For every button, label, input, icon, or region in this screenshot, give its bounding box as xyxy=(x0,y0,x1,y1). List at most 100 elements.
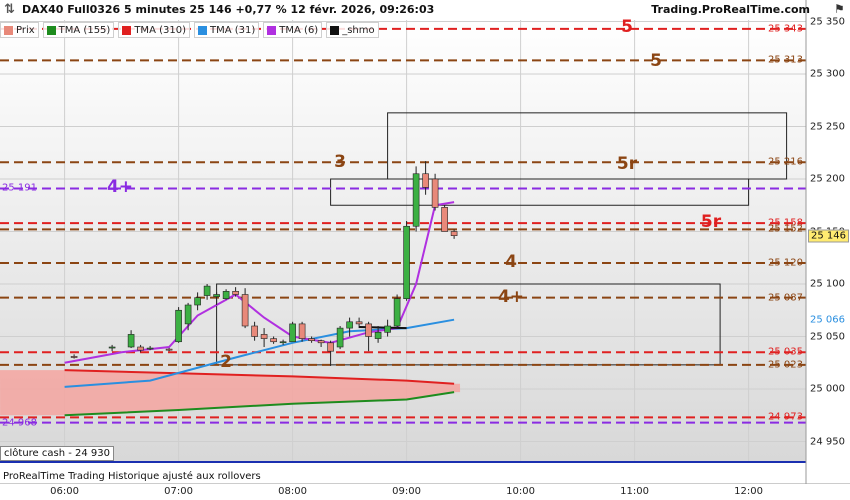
y-tick-label: 25 000 xyxy=(810,383,845,395)
legend-item[interactable]: TMA (31) xyxy=(193,22,260,38)
level-label: 25 313 xyxy=(768,54,803,66)
y-tick-label: 25 250 xyxy=(810,121,845,132)
x-tick-label: 11:00 xyxy=(620,486,650,497)
legend-item[interactable]: Prix xyxy=(0,22,39,38)
candle-body xyxy=(317,340,325,344)
level-label: 25 120 xyxy=(768,257,803,269)
legend-swatch xyxy=(122,25,132,35)
candle-body xyxy=(441,207,448,232)
candle-body xyxy=(260,334,268,339)
candle-body xyxy=(336,327,344,348)
wave-annotation: 5r xyxy=(700,212,722,232)
candle-body xyxy=(289,323,296,343)
candle-body xyxy=(393,298,401,327)
candle-body xyxy=(241,294,249,327)
legend-label: TMA (155) xyxy=(58,24,111,36)
legend-swatch xyxy=(4,25,13,35)
legend-item[interactable]: _shmo xyxy=(326,22,379,38)
level-label: 25 152 xyxy=(768,223,803,235)
candle-body xyxy=(346,321,353,329)
level-label: 25 023 xyxy=(768,359,803,371)
candle-body xyxy=(184,304,192,325)
level-label: 25 343 xyxy=(768,23,803,35)
wave-annotation: 5 xyxy=(621,17,633,37)
wave-annotation: 4+ xyxy=(106,177,134,197)
candle-body xyxy=(270,338,277,343)
level-label: 25 191 xyxy=(2,182,37,194)
candle-body xyxy=(384,325,391,333)
candle-body xyxy=(279,341,287,344)
chart-title: DAX40 Full0326 5 minutes 25 146 +0,77 % … xyxy=(22,3,435,16)
legend-item[interactable]: TMA (6) xyxy=(263,22,323,38)
x-tick-label: 12:00 xyxy=(734,486,764,497)
arrow-icon: ⇅ xyxy=(4,2,15,17)
candle-body xyxy=(108,346,116,349)
candle-body xyxy=(403,225,410,299)
candle-body xyxy=(298,323,306,339)
legend-label: TMA (6) xyxy=(279,24,319,36)
x-tick-label: 09:00 xyxy=(392,486,422,497)
candle-body xyxy=(251,325,258,337)
candle-body xyxy=(137,346,144,351)
candle-body xyxy=(355,321,363,325)
legend-label: TMA (310) xyxy=(134,24,186,36)
brand-label: Trading.ProRealTime.com xyxy=(651,3,810,16)
candle-body xyxy=(365,323,372,337)
wave-annotation: 5r xyxy=(616,154,638,174)
x-axis xyxy=(0,484,850,500)
legend-item[interactable]: TMA (310) xyxy=(118,22,190,38)
x-tick-label: 07:00 xyxy=(164,486,194,497)
legend-label: Prix xyxy=(16,24,35,36)
wave-annotation: 5 xyxy=(650,51,662,71)
legend-label: TMA (31) xyxy=(209,24,256,36)
rollover-notice: ProRealTime Trading Historique ajusté au… xyxy=(3,471,261,482)
candle-body xyxy=(175,309,182,343)
level-label: 24 973 xyxy=(768,411,803,423)
level-label: 24 968 xyxy=(2,417,37,429)
candle-body xyxy=(127,334,135,348)
candle-body xyxy=(450,231,458,236)
legend-swatch xyxy=(46,25,56,35)
candle-body xyxy=(194,297,201,306)
y-tick-label: 24 950 xyxy=(810,436,845,447)
y-tick-label: 25 050 xyxy=(810,331,845,342)
wave-annotation: 2 xyxy=(220,352,232,372)
candle-body xyxy=(70,356,78,358)
x-tick-label: 08:00 xyxy=(278,486,308,497)
candle-body xyxy=(431,178,439,208)
x-tick-label: 06:00 xyxy=(50,486,80,497)
chart-window: DAX40 Full0326 5 minutes 25 146 +0,77 % … xyxy=(0,0,850,500)
legend-swatch xyxy=(197,25,207,35)
legend-swatch xyxy=(330,25,340,35)
candle-body xyxy=(422,173,429,188)
candle-body xyxy=(146,347,154,350)
price-chart[interactable] xyxy=(0,0,850,500)
y-tick-label: 25 300 xyxy=(810,68,845,80)
y-tick-label: 25 100 xyxy=(810,278,845,290)
y-tick-label: 25 350 xyxy=(810,16,845,27)
wave-annotation: 3 xyxy=(334,152,346,172)
candle-body xyxy=(232,291,239,295)
candle-body xyxy=(412,173,420,227)
candle-body xyxy=(165,348,173,351)
x-tick-label: 10:00 xyxy=(506,486,536,497)
legend-item[interactable]: TMA (155) xyxy=(42,22,115,38)
cash-close-label: clôture cash - 24 930 xyxy=(0,446,115,461)
candle-body xyxy=(222,291,230,300)
candle-body xyxy=(213,294,220,297)
pin-icon[interactable]: ⚑ xyxy=(834,2,845,16)
current-price-tag: 25 146 xyxy=(808,229,849,243)
candle-body xyxy=(203,285,211,296)
candle-body xyxy=(374,331,382,339)
candle-body xyxy=(308,338,315,342)
legend: Prix TMA (155) TMA (310) TMA (31) TMA (6) _sh… xyxy=(0,22,379,38)
legend-label: _shmo xyxy=(342,24,375,36)
candle-body xyxy=(327,342,334,352)
wave-annotation: 4 xyxy=(505,252,517,272)
y-tick-label: 25 200 xyxy=(810,173,845,185)
legend-swatch xyxy=(267,25,277,35)
level-label: 25 035 xyxy=(768,346,803,358)
level-label: 25 087 xyxy=(768,292,803,304)
price-tag: 25 066 xyxy=(810,314,845,326)
level-label: 25 216 xyxy=(768,156,803,168)
